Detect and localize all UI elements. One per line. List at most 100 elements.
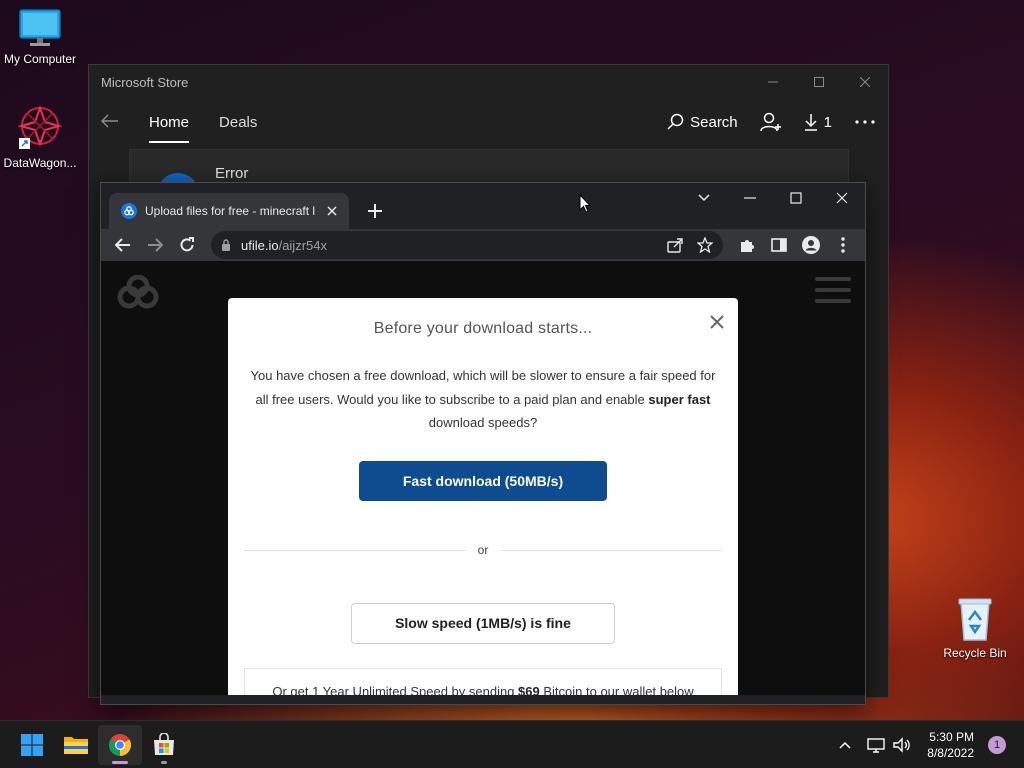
chrome-close-button[interactable]: [819, 183, 865, 213]
reload-icon: [180, 237, 194, 252]
download-icon: [804, 114, 817, 131]
kebab-menu-icon: [841, 237, 845, 253]
chrome-tab-close-button[interactable]: [323, 202, 341, 220]
network-icon[interactable]: [867, 737, 885, 753]
bitcoin-offer: Or get 1 Year Unlimited Speed by sending…: [244, 667, 722, 695]
arrow-left-icon: [115, 238, 130, 252]
active-app-indicator: [112, 760, 128, 764]
store-close-button[interactable]: [842, 65, 888, 99]
chrome-menu-button[interactable]: [827, 231, 859, 259]
desktop-icon-label: DataWagon...: [3, 156, 77, 170]
url-host: ufile.io: [241, 237, 279, 253]
forward-button[interactable]: [139, 231, 171, 259]
user-add-icon: [759, 112, 781, 132]
taskbar-microsoft-store[interactable]: [142, 725, 186, 765]
system-tray: 5:30 PM 8/8/2022 1: [839, 721, 1024, 768]
chrome-icon: [109, 733, 131, 756]
chrome-tab-active[interactable]: Upload files for free - minecraft l: [109, 193, 349, 229]
notification-badge[interactable]: 1: [988, 736, 1006, 754]
show-hidden-icons-button[interactable]: [839, 738, 851, 752]
page-viewport: Before your download starts... You have …: [101, 261, 865, 695]
address-bar[interactable]: ufile.io/aijzr54x: [211, 231, 723, 259]
extensions-button[interactable]: [731, 231, 763, 259]
tab-search-button[interactable]: [681, 183, 727, 213]
clock-time: 5:30 PM: [929, 730, 974, 744]
minimize-icon: [768, 81, 778, 83]
store-tab-deals[interactable]: Deals: [219, 110, 257, 135]
close-icon: [710, 315, 724, 329]
reload-button[interactable]: [171, 231, 203, 259]
running-app-indicator: [161, 760, 167, 764]
desktop-icon-my-computer[interactable]: My Computer: [0, 8, 80, 66]
profile-button[interactable]: [795, 231, 827, 259]
store-downloads-count: 1: [823, 113, 832, 131]
taskbar-file-explorer[interactable]: [54, 725, 98, 765]
store-nav-bar: Home Deals Search 1: [89, 99, 888, 145]
clock-date: 8/8/2022: [927, 746, 974, 760]
clock[interactable]: 5:30 PM 8/8/2022: [927, 729, 974, 761]
side-panel-icon: [771, 238, 787, 252]
back-button[interactable]: [107, 231, 139, 259]
volume-icon[interactable]: [893, 737, 911, 753]
monitor-icon: [19, 9, 61, 46]
star-icon[interactable]: [697, 237, 713, 253]
store-window-title: Microsoft Store: [101, 74, 189, 90]
profile-avatar-icon: [802, 236, 820, 254]
maximize-icon: [814, 77, 824, 87]
recycle-bin-icon: [958, 598, 992, 641]
store-titlebar[interactable]: Microsoft Store: [89, 65, 888, 99]
store-more-button[interactable]: [854, 119, 876, 125]
store-account-button[interactable]: [759, 112, 782, 132]
modal-description: You have chosen a free download, which w…: [250, 368, 716, 430]
ufile-favicon-icon: [121, 203, 137, 219]
close-icon: [836, 192, 848, 204]
chrome-window: Upload files for free - minecraft l ufil…: [100, 182, 866, 705]
taskbar-chrome[interactable]: [98, 724, 142, 765]
taskbar: 5:30 PM 8/8/2022 1: [0, 720, 1024, 768]
ufile-logo-icon[interactable]: [115, 275, 161, 309]
plus-icon: [368, 204, 382, 218]
store-search-button[interactable]: Search: [666, 113, 738, 131]
mouse-cursor-icon: [579, 194, 591, 213]
chrome-tab-title: Upload files for free - minecraft l: [145, 204, 316, 218]
chrome-toolbar: ufile.io/aijzr54x: [101, 229, 865, 261]
chrome-window-controls: [681, 183, 865, 213]
chevron-down-icon: [698, 194, 710, 202]
tray-icons: [867, 737, 911, 753]
store-minimize-button[interactable]: [750, 65, 796, 99]
desktop-icon-label: My Computer: [3, 52, 77, 66]
fast-download-button[interactable]: Fast download (50MB/s): [359, 460, 607, 501]
store-maximize-button[interactable]: [796, 65, 842, 99]
folder-icon: [64, 736, 88, 754]
chrome-minimize-button[interactable]: [727, 183, 773, 213]
close-icon: [327, 206, 337, 216]
chrome-maximize-button[interactable]: [773, 183, 819, 213]
store-error-title: Error: [215, 165, 249, 182]
side-panel-button[interactable]: [763, 231, 795, 259]
store-search-label: Search: [690, 113, 738, 131]
maximize-icon: [790, 192, 802, 204]
desktop-icon-datawagon[interactable]: DataWagon...: [0, 104, 80, 170]
chrome-tabstrip[interactable]: Upload files for free - minecraft l: [101, 183, 865, 229]
datawagon-icon: [17, 105, 63, 149]
or-divider: or: [244, 542, 722, 559]
modal-title: Before your download starts...: [373, 320, 593, 337]
desktop-icon-label: Recycle Bin: [943, 646, 1007, 660]
puzzle-icon: [741, 240, 754, 252]
hamburger-menu-icon[interactable]: [815, 277, 851, 310]
new-tab-button[interactable]: [361, 197, 389, 225]
store-tab-home[interactable]: Home: [149, 110, 190, 143]
arrow-right-icon: [148, 238, 163, 252]
modal-close-button[interactable]: [710, 312, 724, 335]
slow-download-button[interactable]: Slow speed (1MB/s) is fine: [351, 602, 615, 644]
minimize-icon: [744, 197, 756, 199]
arrow-left-icon: [100, 113, 118, 128]
store-back-button[interactable]: [100, 111, 141, 134]
store-downloads-button[interactable]: 1: [804, 113, 832, 131]
windows-start-icon: [21, 733, 43, 756]
share-icon[interactable]: [667, 237, 683, 253]
desktop-icon-recycle-bin[interactable]: Recycle Bin: [935, 596, 1015, 660]
start-button[interactable]: [10, 725, 54, 765]
url-path: /aijzr54x: [278, 237, 327, 253]
microsoft-store-icon: [154, 732, 174, 755]
